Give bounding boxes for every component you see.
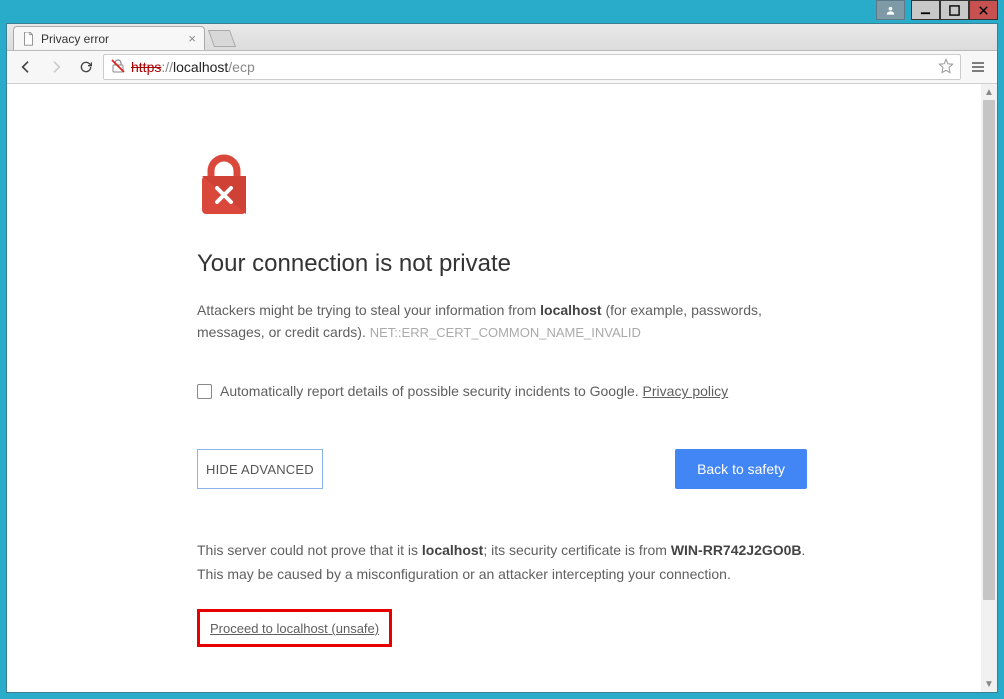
hide-advanced-button[interactable]: HIDE ADVANCED: [197, 449, 323, 489]
report-checkbox[interactable]: [197, 384, 212, 399]
scroll-down-arrow-icon[interactable]: ▼: [981, 676, 997, 692]
tab-strip: Privacy error ×: [7, 24, 997, 51]
bookmark-star-icon[interactable]: [938, 58, 954, 77]
tab-title: Privacy error: [41, 32, 109, 46]
hamburger-menu-button[interactable]: [965, 54, 991, 80]
reload-button[interactable]: [73, 54, 99, 80]
privacy-error-page: Your connection is not private Attackers…: [7, 84, 997, 692]
scroll-thumb[interactable]: [983, 100, 995, 600]
url-separator: ://: [161, 59, 173, 75]
window-titlebar: [0, 0, 1004, 23]
action-button-row: HIDE ADVANCED Back to safety: [197, 449, 807, 489]
window-minimize-button[interactable]: [911, 0, 940, 20]
proceed-highlight-box: Proceed to localhost (unsafe): [197, 609, 392, 647]
report-checkbox-row: Automatically report details of possible…: [197, 383, 807, 399]
privacy-policy-link[interactable]: Privacy policy: [643, 383, 729, 399]
page-viewport: Your connection is not private Attackers…: [7, 84, 997, 692]
advanced-explanation: This server could not prove that it is l…: [197, 539, 807, 587]
back-to-safety-button[interactable]: Back to safety: [675, 449, 807, 489]
warning-paragraph: Attackers might be trying to steal your …: [197, 300, 807, 343]
report-checkbox-label: Automatically report details of possible…: [220, 383, 728, 399]
address-bar[interactable]: https://localhost/ecp: [103, 54, 961, 80]
url-path: /ecp: [228, 59, 254, 75]
tab-close-button[interactable]: ×: [188, 31, 196, 46]
window-user-button[interactable]: [876, 0, 905, 20]
forward-button[interactable]: [43, 54, 69, 80]
vertical-scrollbar[interactable]: ▲ ▼: [981, 84, 997, 692]
page-heading: Your connection is not private: [197, 250, 807, 278]
scroll-up-arrow-icon[interactable]: ▲: [981, 84, 997, 100]
window-close-button[interactable]: [969, 0, 998, 20]
browser-toolbar: https://localhost/ecp: [7, 51, 997, 84]
back-button[interactable]: [13, 54, 39, 80]
proceed-unsafe-link[interactable]: Proceed to localhost (unsafe): [210, 621, 379, 636]
url-host: localhost: [173, 59, 228, 75]
url-display: https://localhost/ecp: [131, 59, 255, 75]
warning-host: localhost: [540, 302, 601, 318]
ssl-error-icon: [110, 58, 126, 77]
browser-tab[interactable]: Privacy error ×: [13, 26, 205, 50]
window-maximize-button[interactable]: [940, 0, 969, 20]
error-code: NET::ERR_CERT_COMMON_NAME_INVALID: [370, 325, 641, 340]
page-icon: [22, 32, 35, 46]
new-tab-button[interactable]: [208, 30, 236, 47]
insecure-lock-icon: [197, 154, 251, 216]
browser-window: Privacy error × https://localhost/ecp: [6, 23, 998, 693]
url-scheme: https: [131, 59, 161, 75]
